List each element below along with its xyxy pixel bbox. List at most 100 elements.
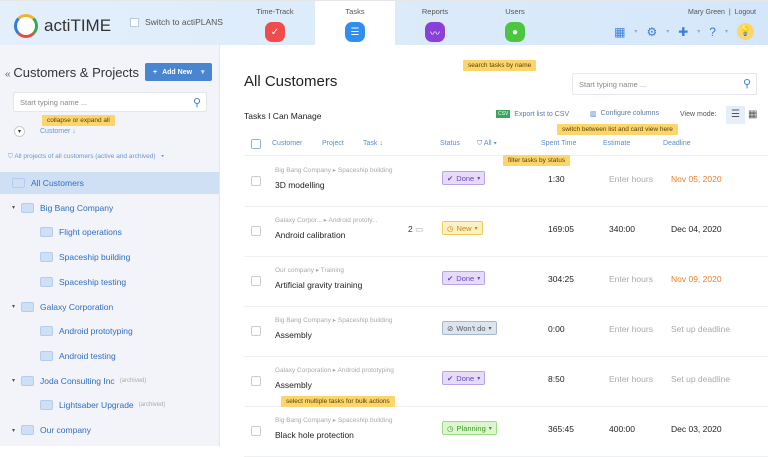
- col-project[interactable]: Project: [322, 140, 344, 147]
- deadline-field[interactable]: Nov 05, 2020: [671, 174, 722, 184]
- sort-customer[interactable]: Customer ↓: [40, 128, 76, 135]
- task-path[interactable]: Our company ▸ Training: [275, 266, 344, 274]
- col-status[interactable]: Status: [440, 140, 460, 147]
- status-dropdown[interactable]: ✔ Done ▾: [442, 371, 486, 385]
- status-filter[interactable]: ⛉ All ▾: [477, 140, 497, 148]
- estimate-field[interactable]: Enter hours: [609, 174, 653, 184]
- export-csv-button[interactable]: CSV Export list to CSV: [496, 110, 569, 118]
- tree-item[interactable]: Lightsaber Upgrade (archived): [0, 394, 219, 416]
- tree-item[interactable]: ▾ Our company: [0, 419, 219, 441]
- sidebar-search-input[interactable]: Start typing name ... ⚲: [13, 92, 207, 112]
- task-name[interactable]: Artificial gravity training: [275, 280, 362, 290]
- row-checkbox[interactable]: [251, 176, 261, 186]
- task-name[interactable]: 3D modelling: [275, 180, 325, 190]
- task-search-input[interactable]: Start typing name ... ⚲: [572, 73, 757, 95]
- tab-reports[interactable]: Reports 〰: [395, 1, 475, 46]
- status-dropdown[interactable]: ⊘ Won't do ▾: [442, 321, 497, 335]
- configure-columns-button[interactable]: ▥ Configure columns: [590, 110, 659, 118]
- task-name[interactable]: Assembly: [275, 380, 312, 390]
- tree-item[interactable]: Spaceship building: [0, 246, 219, 268]
- tree-item[interactable]: Flight operations: [0, 221, 219, 243]
- table-row[interactable]: Big Bang Company ▸ Spaceship building As…: [244, 307, 768, 357]
- task-path[interactable]: Big Bang Company ▸ Spaceship building: [275, 316, 392, 324]
- search-icon[interactable]: ⚲: [743, 77, 751, 90]
- task-path[interactable]: Galaxy Corporation ▸ Android prototyping: [275, 366, 394, 374]
- select-all-checkbox[interactable]: [251, 139, 261, 149]
- expand-arrow-icon[interactable]: ▾: [12, 377, 15, 384]
- row-checkbox[interactable]: [251, 426, 261, 436]
- logout-link[interactable]: Logout: [735, 9, 756, 16]
- project-filter[interactable]: ⛉ All projects of all customers (active …: [8, 153, 164, 161]
- status-dropdown[interactable]: ◷ New ▾: [442, 221, 483, 235]
- estimate-field[interactable]: Enter hours: [609, 374, 653, 384]
- deadline-field[interactable]: Nov 09, 2020: [671, 274, 722, 284]
- spent-time[interactable]: 8:50: [548, 374, 565, 384]
- table-row[interactable]: Big Bang Company ▸ Spaceship building Bl…: [244, 407, 768, 457]
- tree-item[interactable]: ▾ Joda Consulting Inc (archived): [0, 370, 219, 392]
- deadline-field[interactable]: Dec 03, 2020: [671, 424, 722, 434]
- task-path[interactable]: Galaxy Corpor... ▸ Android prototy...: [275, 216, 378, 224]
- estimate-field[interactable]: 400:00: [609, 424, 635, 434]
- table-row[interactable]: Big Bang Company ▸ Spaceship building 3D…: [244, 157, 768, 207]
- gear-icon[interactable]: ⚙: [646, 25, 657, 39]
- estimate-field[interactable]: Enter hours: [609, 274, 653, 284]
- tree-item[interactable]: ▾ Big Bang Company: [0, 197, 219, 219]
- spent-time[interactable]: 0:00: [548, 324, 565, 334]
- task-name[interactable]: Black hole protection: [275, 430, 354, 440]
- tree-item[interactable]: All Customers: [0, 172, 219, 194]
- task-name[interactable]: Android calibration: [275, 230, 345, 240]
- calendar-icon[interactable]: ▦: [614, 25, 625, 39]
- expand-all-toggle[interactable]: ▾: [14, 126, 25, 137]
- expand-arrow-icon[interactable]: ▾: [12, 204, 15, 211]
- col-estimate[interactable]: Estimate: [603, 140, 630, 147]
- tab-users[interactable]: Users ●: [475, 1, 555, 46]
- col-deadline[interactable]: Deadline: [663, 140, 691, 147]
- spent-time[interactable]: 304:25: [548, 274, 574, 284]
- row-checkbox[interactable]: [251, 326, 261, 336]
- estimate-field[interactable]: Enter hours: [609, 324, 653, 334]
- comments-count[interactable]: 2 ▭: [408, 224, 423, 235]
- expand-arrow-icon[interactable]: ▾: [12, 303, 15, 310]
- search-icon[interactable]: ⚲: [193, 96, 201, 109]
- row-checkbox[interactable]: [251, 276, 261, 286]
- row-checkbox[interactable]: [251, 226, 261, 236]
- task-name[interactable]: Assembly: [275, 330, 312, 340]
- tree-item[interactable]: Android prototyping: [0, 320, 219, 342]
- col-spent[interactable]: Spent Time: [541, 140, 576, 147]
- tab-time-track[interactable]: Time-Track ✓: [235, 1, 315, 46]
- col-task[interactable]: Task ↓: [363, 140, 383, 147]
- card-view-button[interactable]: ▦: [748, 106, 757, 124]
- user-name[interactable]: Mary Green: [688, 9, 725, 16]
- spent-time[interactable]: 169:05: [548, 224, 574, 234]
- tree-item[interactable]: Android testing: [0, 345, 219, 367]
- spent-time[interactable]: 1:30: [548, 174, 565, 184]
- deadline-field[interactable]: Set up deadline: [671, 324, 730, 334]
- spent-time[interactable]: 365:45: [548, 424, 574, 434]
- status-dropdown[interactable]: ◷ Planning ▾: [442, 421, 497, 435]
- tab-tasks[interactable]: Tasks ☰: [315, 1, 395, 46]
- expand-arrow-icon[interactable]: ▾: [12, 427, 15, 434]
- deadline-field[interactable]: Dec 04, 2020: [671, 224, 722, 234]
- status-dropdown[interactable]: ✔ Done ▾: [442, 171, 486, 185]
- lightbulb-icon[interactable]: 💡: [737, 23, 754, 40]
- csv-icon: CSV: [496, 110, 511, 118]
- puzzle-icon[interactable]: ✚: [678, 25, 688, 39]
- table-row[interactable]: Galaxy Corpor... ▸ Android prototy... An…: [244, 207, 768, 257]
- help-icon[interactable]: ?: [709, 25, 716, 39]
- task-path[interactable]: Big Bang Company ▸ Spaceship building: [275, 416, 392, 424]
- tree-item[interactable]: ▾ Galaxy Corporation: [0, 296, 219, 318]
- switch-to-actiplans-link[interactable]: Switch to actiPLANS: [130, 17, 223, 27]
- task-path[interactable]: Big Bang Company ▸ Spaceship building: [275, 166, 392, 174]
- customer-icon: [21, 202, 35, 213]
- add-new-button[interactable]: + Add New ▾: [145, 63, 212, 81]
- table-row[interactable]: Our company ▸ Training Artificial gravit…: [244, 257, 768, 307]
- estimate-field[interactable]: 340:00: [609, 224, 635, 234]
- list-subtitle: Tasks I Can Manage: [244, 111, 322, 121]
- list-view-button[interactable]: ☰: [726, 106, 745, 124]
- deadline-field[interactable]: Set up deadline: [671, 374, 730, 384]
- tree-item[interactable]: Spaceship testing: [0, 271, 219, 293]
- row-checkbox[interactable]: [251, 376, 261, 386]
- tab-icon: ☰: [345, 22, 365, 42]
- status-dropdown[interactable]: ✔ Done ▾: [442, 271, 486, 285]
- col-customer[interactable]: Customer: [272, 140, 302, 147]
